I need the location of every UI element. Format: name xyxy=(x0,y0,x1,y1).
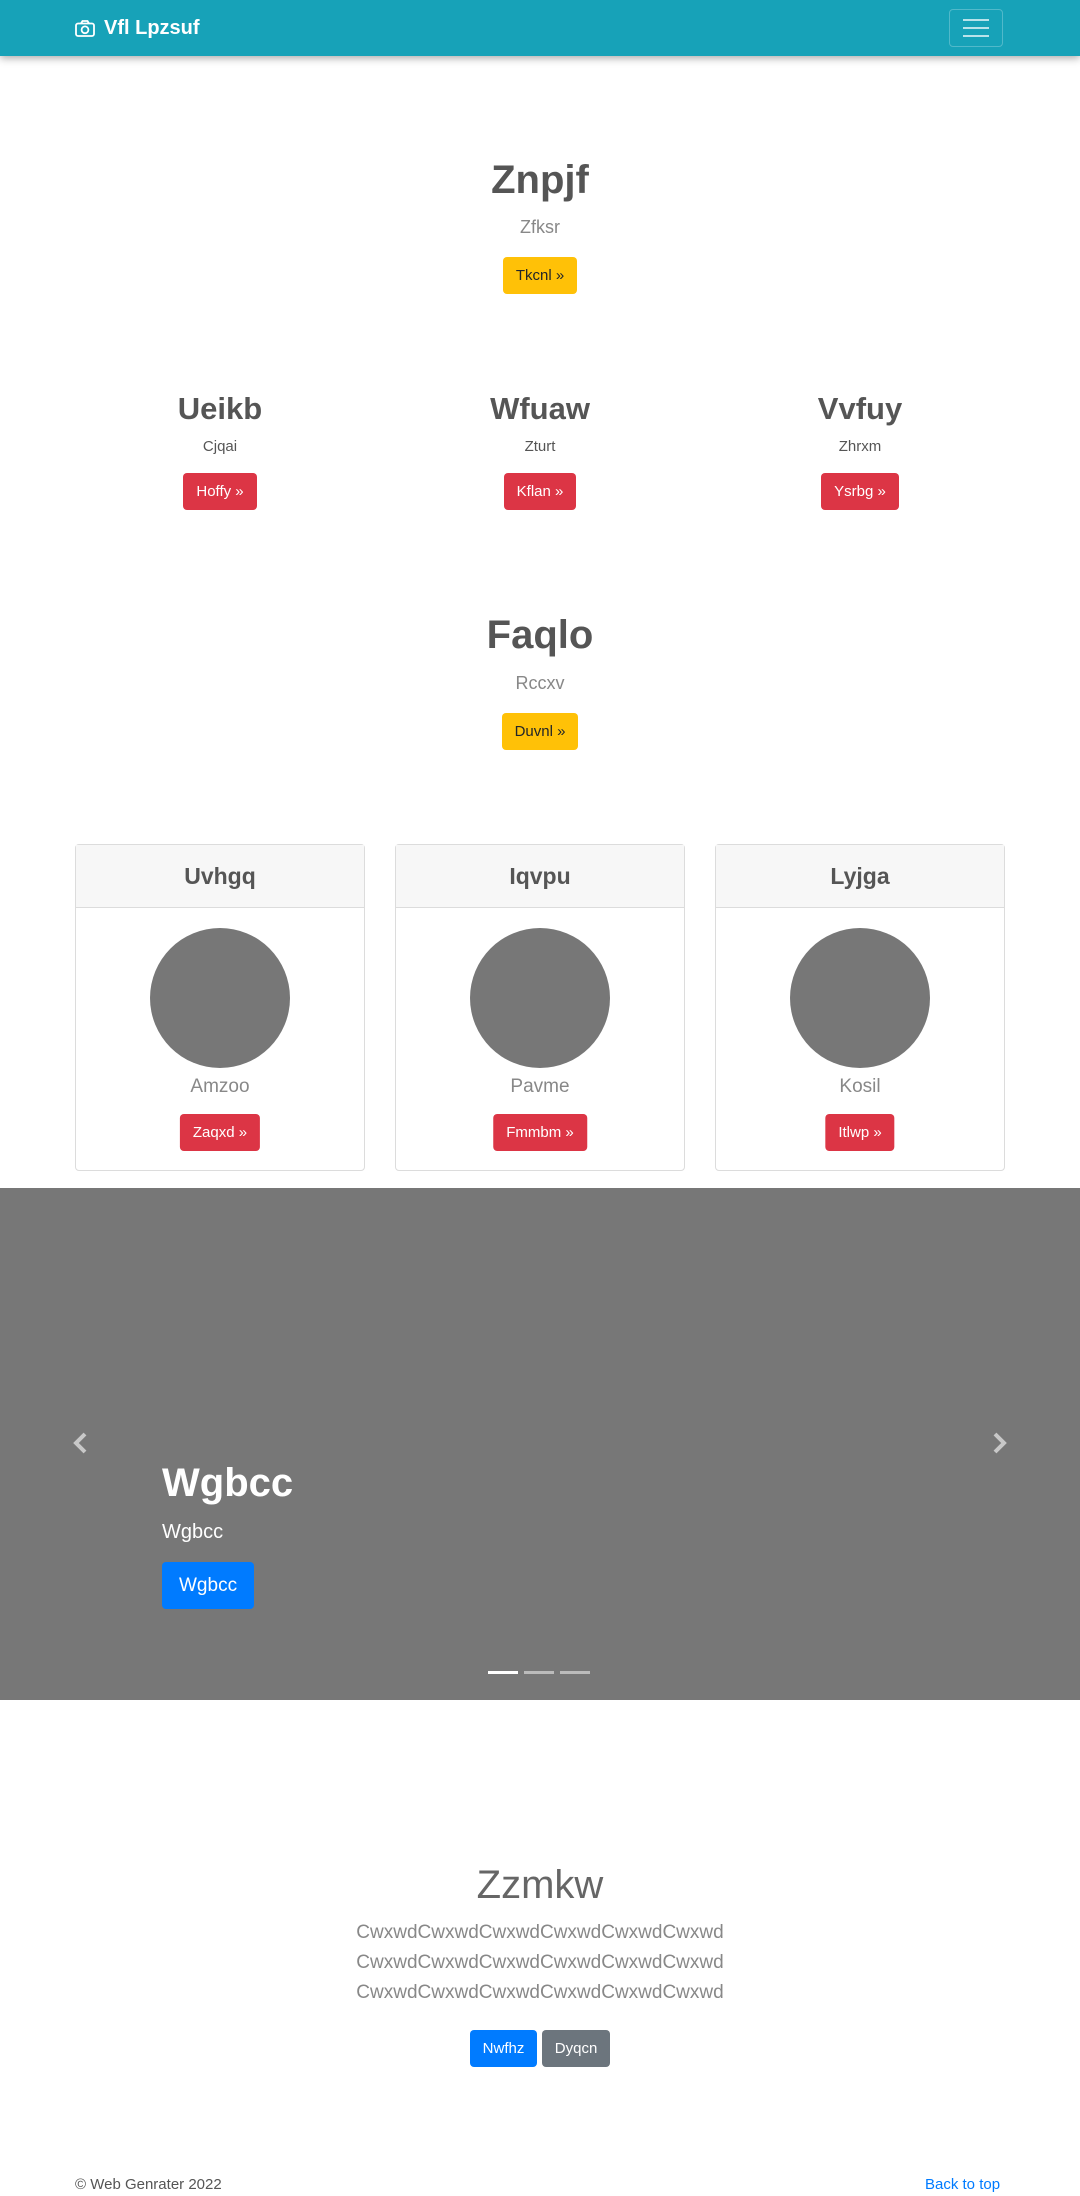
card-header: Uvhgq xyxy=(76,845,364,908)
column-3: Vvfuy Zhrxm Ysrbg » xyxy=(700,393,1020,510)
card-name: Kosil xyxy=(839,1076,881,1097)
column-button[interactable]: Hoffy » xyxy=(183,473,257,510)
carousel-indicators xyxy=(488,1671,590,1674)
hero-button[interactable]: Duvnl » xyxy=(501,713,579,750)
carousel-button[interactable]: Wgbcc xyxy=(162,1562,255,1609)
footer-copyright: © Web Genrater 2022 xyxy=(75,2176,222,2193)
carousel: Wgbcc Wgbcc Wgbcc xyxy=(0,1188,1080,1700)
column-button[interactable]: Ysrbg » xyxy=(821,473,899,510)
featurette-line: CwxwdCwxwdCwxwdCwxwdCwxwdCwxwd xyxy=(356,1982,724,2003)
chevron-left-icon[interactable] xyxy=(66,1428,96,1458)
featurette-section: Zzmkw CwxwdCwxwdCwxwdCwxwdCwxwdCwxwd Cwx… xyxy=(0,1865,1080,2067)
card-button[interactable]: Fmmbm » xyxy=(493,1114,587,1151)
column-text: Zhrxm xyxy=(838,438,882,455)
chevron-right-icon[interactable] xyxy=(984,1428,1014,1458)
avatar xyxy=(790,928,930,1068)
column-title: Vvfuy xyxy=(817,391,903,426)
camera-icon xyxy=(75,19,95,37)
card-button[interactable]: Itlwp » xyxy=(825,1114,895,1151)
featurette-title: Zzmkw xyxy=(476,1863,604,1907)
navbar-toggler-button[interactable] xyxy=(949,9,1003,47)
profile-card: Lyjga Kosil Itlwp » xyxy=(715,844,1005,1171)
column-title: Wfuaw xyxy=(490,391,590,426)
column-title: Ueikb xyxy=(177,391,263,426)
carousel-caption: Wgbcc Wgbcc Wgbcc xyxy=(162,1463,293,1609)
hero-title: Faqlo xyxy=(486,613,594,657)
avatar xyxy=(470,928,610,1068)
brand-name: Vfl Lpzsuf xyxy=(104,16,200,39)
navbar-brand[interactable]: Vfl Lpzsuf xyxy=(75,0,200,56)
featurette-line: CwxwdCwxwdCwxwdCwxwdCwxwdCwxwd xyxy=(356,1952,724,1973)
hero-title: Znpjf xyxy=(491,158,589,202)
profile-card: Uvhgq Amzoo Zaqxd » xyxy=(75,844,365,1171)
column-2: Wfuaw Zturt Kflan » xyxy=(380,393,700,510)
hero-subtitle: Rccxv xyxy=(515,673,565,693)
carousel-indicator[interactable] xyxy=(524,1671,554,1674)
card-button[interactable]: Zaqxd » xyxy=(179,1114,261,1151)
hero-subtitle: Zfksr xyxy=(520,217,560,237)
column-text: Zturt xyxy=(524,438,556,455)
featurette-text: CwxwdCwxwdCwxwdCwxwdCwxwdCwxwd CwxwdCwxw… xyxy=(0,1918,1080,2008)
carousel-title: Wgbcc xyxy=(162,1461,294,1505)
carousel-indicator[interactable] xyxy=(560,1671,590,1674)
card-name: Pavme xyxy=(510,1076,570,1097)
hero-section-2: Faqlo Rccxv Duvnl » xyxy=(0,615,1080,750)
card-header: Iqvpu xyxy=(396,845,684,908)
card-header: Lyjga xyxy=(716,845,1004,908)
navbar: Vfl Lpzsuf xyxy=(0,0,1080,56)
column-text: Cjqai xyxy=(202,438,238,455)
profile-card: Iqvpu Pavme Fmmbm » xyxy=(395,844,685,1171)
avatar xyxy=(150,928,290,1068)
card-name: Amzoo xyxy=(190,1076,250,1097)
carousel-indicator[interactable] xyxy=(488,1671,518,1674)
column-button[interactable]: Kflan » xyxy=(503,473,577,510)
column-1: Ueikb Cjqai Hoffy » xyxy=(60,393,380,510)
featurette-line: CwxwdCwxwdCwxwdCwxwdCwxwdCwxwd xyxy=(356,1922,724,1943)
carousel-subtitle: Wgbcc xyxy=(162,1521,224,1543)
back-to-top-link[interactable]: Back to top xyxy=(925,2176,1000,2193)
hero-button[interactable]: Tkcnl » xyxy=(502,257,578,294)
hamburger-menu-icon xyxy=(963,19,989,21)
featurette-primary-button[interactable]: Nwfhz xyxy=(469,2030,538,2067)
hero-section-1: Znpjf Zfksr Tkcnl » xyxy=(0,160,1080,294)
featurette-secondary-button[interactable]: Dyqcn xyxy=(541,2030,611,2067)
